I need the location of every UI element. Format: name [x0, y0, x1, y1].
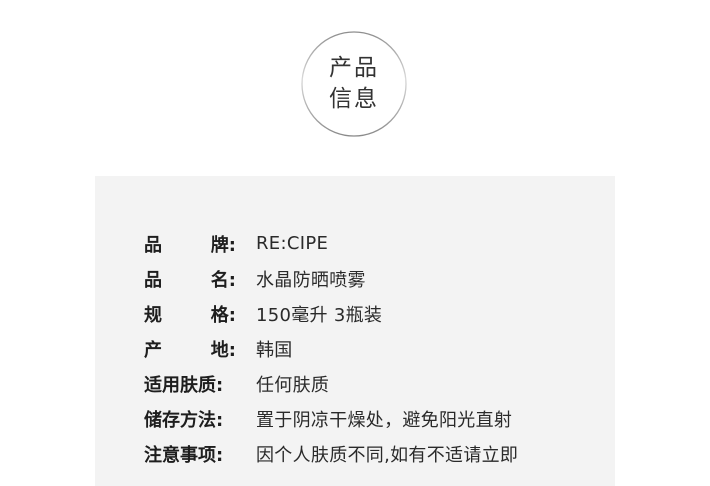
section-title-line-2: 信息 [329, 86, 379, 112]
info-label-char: 品 [144, 234, 162, 256]
info-row-origin: 产 地: 韩国 [144, 331, 614, 366]
info-label-char: 地: [210, 339, 236, 361]
info-row-spec: 规 格: 150毫升 3瓶装 [144, 296, 614, 331]
info-label-char: 牌: [210, 234, 236, 256]
info-row-skin-type: 适用肤质: 任何肤质 [144, 366, 614, 401]
section-title: 产品 信息 [324, 53, 384, 115]
info-label-char: 品 [144, 269, 162, 291]
info-value: 150毫升 3瓶装 [256, 304, 383, 326]
info-label-char: 格: [210, 304, 236, 326]
info-value: 韩国 [256, 339, 293, 361]
info-label-char: 规 [144, 304, 162, 326]
info-row-brand: 品 牌: RE:CIPE [144, 226, 614, 261]
info-label: 规 格: [144, 301, 256, 327]
info-value: 置于阴凉干燥处，避免阳光直射 [256, 409, 513, 431]
info-label: 储存方法: [144, 409, 224, 431]
info-value: 水晶防晒喷雾 [256, 269, 366, 291]
info-label: 注意事项: [144, 444, 224, 466]
info-value: 因个人肤质不同,如有不适请立即 [256, 444, 519, 466]
product-info-list: 品 牌: RE:CIPE 品 名: 水晶防晒喷雾 规 格: 150毫升 3瓶装 … [144, 226, 614, 471]
info-row-notice: 注意事项: 因个人肤质不同,如有不适请立即 [144, 436, 614, 471]
info-value: RE:CIPE [256, 233, 329, 254]
info-label: 品 名: [144, 266, 256, 292]
info-label-char: 名: [210, 269, 236, 291]
info-value: 任何肤质 [256, 374, 330, 396]
info-row-name: 品 名: 水晶防晒喷雾 [144, 261, 614, 296]
info-label: 适用肤质: [144, 374, 224, 396]
section-badge: 产品 信息 [300, 30, 408, 138]
info-label: 产 地: [144, 336, 256, 362]
info-label: 品 牌: [144, 231, 256, 257]
info-row-storage: 储存方法: 置于阴凉干燥处，避免阳光直射 [144, 401, 614, 436]
info-label-char: 产 [144, 339, 162, 361]
section-title-line-1: 产品 [329, 55, 379, 81]
